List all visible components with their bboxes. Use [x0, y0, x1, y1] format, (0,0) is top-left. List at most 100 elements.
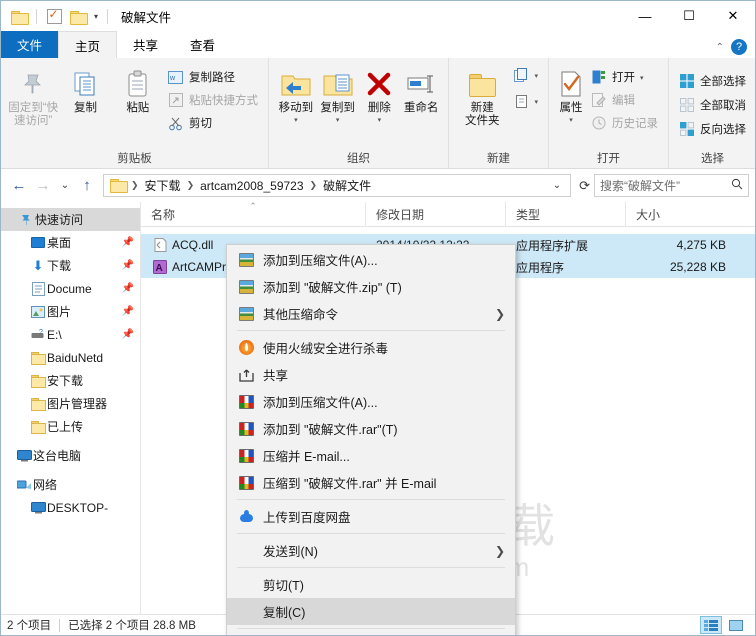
search-input[interactable]: 搜索“破解文件” [594, 174, 749, 197]
menu-item-share[interactable]: 共享 [227, 361, 515, 388]
menu-item-send-to[interactable]: 发送到(N) ❯ [227, 537, 515, 564]
sidebar-item-baidunetdisk[interactable]: BaiduNetd [1, 346, 140, 369]
select-none-button[interactable]: 全部取消 [675, 95, 750, 115]
new-item-button[interactable]: ▾ [509, 65, 542, 85]
menu-item-upload-to-baidu-netdisk[interactable]: 上传到百度网盘 [227, 503, 515, 530]
chevron-down-icon[interactable]: ▾ [336, 116, 340, 124]
sidebar-item-label: 这台电脑 [33, 449, 82, 463]
details-view-button[interactable] [700, 616, 722, 634]
breadcrumb[interactable]: ❯ 安下载 ❯ artcam2008_59723 ❯ 破解文件 ⌄ [103, 174, 572, 197]
forward-button[interactable]: → [31, 174, 55, 198]
up-button[interactable]: ↑ [75, 174, 99, 198]
menu-item-copy[interactable]: 复制(C) [227, 598, 515, 625]
winrar-icon [239, 421, 263, 436]
menu-item-cut[interactable]: 剪切(T) [227, 571, 515, 598]
tab-home[interactable]: 主页 [58, 31, 118, 58]
minimize-button[interactable]: — [623, 1, 667, 31]
pin-icon[interactable]: 📌 [122, 283, 138, 294]
properties-icon [559, 66, 583, 102]
paste-button[interactable]: 粘贴 [112, 63, 164, 118]
column-header-type[interactable]: 类型 [506, 202, 626, 227]
menu-item-add-to-named-rar[interactable]: 添加到 "破解文件.rar"(T) [227, 415, 515, 442]
sidebar-item-picture-manager[interactable]: 图片管理器 [1, 392, 140, 415]
menu-item-create-shortcut[interactable]: 创建快捷方式(S) [227, 632, 515, 635]
select-none-label: 全部取消 [700, 100, 746, 112]
recent-locations-button[interactable]: ⌄ [55, 174, 75, 198]
edit-icon [591, 92, 607, 108]
maximize-button[interactable]: ☐ [667, 1, 711, 31]
breadcrumb-item-0[interactable]: 安下载 [141, 177, 185, 194]
sidebar-item-pictures[interactable]: 图片 📌 [1, 300, 140, 323]
history-button[interactable]: 历史记录 [587, 113, 662, 133]
chevron-down-icon[interactable]: ▾ [640, 74, 644, 82]
sidebar-item-uploaded[interactable]: 已上传 [1, 415, 140, 438]
chevron-down-icon[interactable]: ▾ [534, 72, 538, 80]
easy-access-button[interactable]: ▾ [509, 91, 542, 111]
menu-item-huorong-scan[interactable]: 使用火绒安全进行杀毒 [227, 334, 515, 361]
collapse-ribbon-icon[interactable]: ⌃ [716, 42, 724, 53]
refresh-button[interactable]: ⟳ [575, 178, 594, 194]
pin-icon[interactable]: 📌 [122, 329, 138, 340]
edit-button[interactable]: 编辑 [587, 90, 662, 110]
open-button[interactable]: 打开 ▾ [587, 67, 662, 87]
new-folder-button[interactable]: 新建 文件夹 [455, 63, 509, 131]
tab-view[interactable]: 查看 [174, 31, 231, 58]
rename-button[interactable]: 重命名 [400, 63, 442, 118]
cut-button[interactable]: 剪切 [164, 113, 262, 133]
menu-item-add-to-named-zip[interactable]: 添加到 "破解文件.zip" (T) [227, 273, 515, 300]
back-button[interactable]: ← [7, 174, 31, 198]
address-dropdown-icon[interactable]: ⌄ [548, 180, 566, 191]
sidebar-item-desktop-pc[interactable]: DESKTOP- [1, 496, 140, 519]
column-header-date[interactable]: 修改日期 [366, 202, 506, 227]
chevron-down-icon[interactable]: ▾ [294, 116, 298, 124]
pin-icon[interactable]: 📌 [122, 260, 138, 271]
menu-item-label: 添加到压缩文件(A)... [263, 254, 378, 268]
paste-shortcut-button[interactable]: 粘贴快捷方式 [164, 90, 262, 110]
new-folder-label-line1: 新建 [470, 102, 494, 114]
menu-item-other-archive-commands[interactable]: 其他压缩命令 ❯ [227, 300, 515, 327]
copy-button[interactable]: 复制 [59, 63, 111, 118]
move-to-button[interactable]: 移动到 ▾ [275, 63, 317, 127]
breadcrumb-item-1[interactable]: artcam2008_59723 [196, 179, 307, 193]
menu-item-label: 其他压缩命令 [263, 308, 339, 322]
folder-icon[interactable] [9, 6, 29, 26]
copy-path-label: 复制路径 [188, 72, 235, 84]
close-button[interactable]: ✕ [711, 1, 755, 31]
column-header-size[interactable]: 大小 [626, 202, 738, 227]
copy-to-button[interactable]: 复制到 ▾ [317, 63, 359, 127]
sidebar-item-this-pc[interactable]: 这台电脑 [1, 444, 140, 467]
help-icon[interactable]: ? [731, 39, 747, 55]
sidebar-item-downloads[interactable]: ⬇ 下载 📌 [1, 254, 140, 277]
delete-button[interactable]: 删除 ▾ [359, 63, 401, 127]
sidebar-item-quick-access[interactable]: 快速访问 [1, 208, 140, 231]
menu-item-compress-to-named-rar-and-email[interactable]: 压缩到 "破解文件.rar" 并 E-mail [227, 469, 515, 496]
menu-item-add-to-archive-rar[interactable]: 添加到压缩文件(A)... [227, 388, 515, 415]
tab-share[interactable]: 共享 [117, 31, 174, 58]
sidebar-item-anxiazai[interactable]: 安下载 [1, 369, 140, 392]
chevron-down-icon[interactable]: ▾ [569, 116, 573, 124]
chevron-down-icon[interactable]: ▾ [378, 116, 382, 124]
chevron-down-icon[interactable]: ▾ [92, 12, 100, 21]
sidebar-item-network[interactable]: 网络 [1, 473, 140, 496]
properties-icon[interactable] [44, 6, 64, 26]
chevron-down-icon[interactable]: ▾ [534, 98, 538, 106]
column-headers: ⌃ 名称 修改日期 类型 大小 [141, 202, 755, 227]
column-header-name[interactable]: ⌃ 名称 [141, 202, 366, 227]
sidebar-item-desktop[interactable]: 桌面 📌 [1, 231, 140, 254]
tab-file[interactable]: 文件 [1, 31, 59, 58]
properties-button[interactable]: 属性 ▾ [555, 63, 587, 127]
new-folder-icon[interactable] [68, 6, 88, 26]
sidebar-item-documents[interactable]: Docume 📌 [1, 277, 140, 300]
menu-item-add-to-archive-zip[interactable]: 添加到压缩文件(A)... [227, 246, 515, 273]
breadcrumb-item-2[interactable]: 破解文件 [319, 177, 375, 194]
ribbon-group-open: 属性 ▾ 打开 ▾ 编辑 历史记录 打开 [549, 58, 669, 169]
pin-icon[interactable]: 📌 [122, 237, 138, 248]
select-all-button[interactable]: 全部选择 [675, 71, 750, 91]
menu-item-compress-and-email[interactable]: 压缩并 E-mail... [227, 442, 515, 469]
copy-path-button[interactable]: w 复制路径 [164, 67, 262, 87]
invert-selection-button[interactable]: 反向选择 [675, 119, 750, 139]
pin-icon[interactable]: 📌 [122, 306, 138, 317]
pin-to-quick-access-button[interactable]: 固定到“快 速访问” [7, 63, 59, 131]
sidebar-item-drive-e[interactable]: ? E:\ 📌 [1, 323, 140, 346]
thumbnail-view-button[interactable] [725, 616, 747, 634]
